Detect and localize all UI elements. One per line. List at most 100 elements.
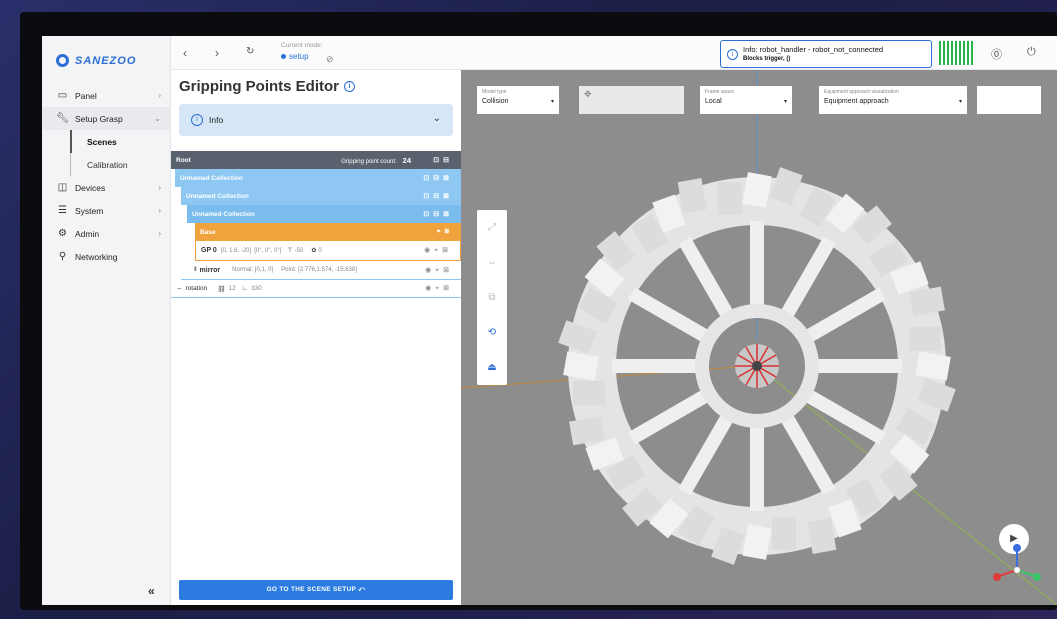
- copy-icon[interactable]: ⧉: [477, 280, 507, 315]
- scene-canvas: [461, 70, 1057, 605]
- sidebar-item-admin[interactable]: ⚙ Admin ›: [42, 222, 171, 245]
- view-buttons[interactable]: [977, 86, 1041, 114]
- gripping-point-row[interactable]: GP 0 [0, 1.6, -20] [0°, 0°, 0°] ⊤ -50 ✿ …: [195, 241, 461, 261]
- chevron-right-icon: ›: [158, 183, 161, 192]
- frame-space-label: Frame space: [705, 89, 735, 95]
- gp-count: Gripping point count: 24: [341, 156, 411, 165]
- cancel-mode-icon[interactable]: ⊘: [326, 54, 334, 65]
- approach-label: Equipment approach visualization: [824, 89, 899, 95]
- gp-suction: 0: [318, 247, 322, 254]
- brand-logo[interactable]: SANEZOO: [56, 54, 136, 67]
- power-icon[interactable]: ⏻: [1027, 46, 1036, 59]
- notice-subtitle: Blocks trigger, (): [743, 56, 791, 62]
- status-notice[interactable]: i Info: robot_handler - robot_not_connec…: [720, 40, 932, 68]
- rotation-row[interactable]: ⇔ rotation ⛓ 12 ∟ 330 ◉⌖⊠: [171, 280, 461, 298]
- gripper-arm: [627, 287, 709, 343]
- mirror-label: mirror: [199, 266, 221, 274]
- go-to-scene-setup-button[interactable]: GO TO THE SCENE SETUP ⤺: [179, 580, 453, 600]
- mirror-point: Point: [2.776,1.574, -15.638]: [281, 267, 357, 273]
- notice-title: Info: robot_handler - robot_not_connecte…: [743, 45, 884, 54]
- sidebar-item-label: Panel: [75, 90, 97, 101]
- base-label: Base: [200, 228, 216, 236]
- frame-space-select[interactable]: Frame space Local ▾: [700, 86, 792, 114]
- tree-root-row[interactable]: Root Gripping point count: 24 ⊡⊟: [171, 151, 461, 169]
- expand-icon[interactable]: ⤢: [477, 210, 507, 245]
- mode-dot-icon: [281, 54, 286, 59]
- editor-panel: Gripping Points Editor i i Info ⌄ Root G…: [171, 70, 461, 605]
- mirror-row[interactable]: ⫴ mirror Normal: [0,1, 0] Point: [2.776,…: [181, 261, 461, 280]
- collection-label: Unnamed Collection: [186, 192, 249, 200]
- sidebar-item-label: Devices: [75, 182, 106, 193]
- admin-icon: ⚙: [58, 228, 67, 239]
- row-actions[interactable]: ⊡⊟⊠: [423, 192, 453, 200]
- sidebar-item-system[interactable]: ☰ System ›: [42, 199, 171, 222]
- info-icon: i: [727, 49, 738, 60]
- reload-icon[interactable]: ↻: [246, 46, 254, 57]
- user-icon[interactable]: ⓪: [991, 46, 1002, 62]
- forward-icon[interactable]: ›: [215, 46, 219, 60]
- gp-count-label: Gripping point count:: [341, 158, 397, 165]
- row-actions[interactable]: ◉⌖⊠: [425, 284, 453, 293]
- sidebar-item-networking[interactable]: ⚲ Networking: [42, 245, 171, 268]
- approach-select[interactable]: Equipment approach visualization Equipme…: [819, 86, 967, 114]
- suction-cup: [573, 381, 606, 406]
- server-icon: ☰: [58, 205, 67, 216]
- tree-base-row[interactable]: Base ⌖⊠: [195, 223, 461, 241]
- angle-icon: ∟: [241, 285, 249, 292]
- tree-collection-row[interactable]: Unnamed Collection ⊡⊟⊠: [181, 187, 461, 205]
- transform-toolbar[interactable]: ✥: [579, 86, 684, 114]
- chevron-down-icon: ⌄: [432, 113, 441, 124]
- chevron-right-icon: ›: [158, 229, 161, 238]
- suction-cup: [772, 517, 797, 550]
- sidebar-item-setup-grasp[interactable]: 🔧︎ Setup Grasp ⌄: [42, 107, 171, 130]
- gripper-arm: [627, 389, 709, 445]
- collapse-sidebar-button[interactable]: «: [148, 584, 155, 598]
- monitor-icon: ▭: [57, 90, 68, 101]
- frame-space-value: Local: [705, 98, 722, 105]
- approach-value: Equipment approach: [824, 98, 889, 105]
- chevron-right-icon: ›: [158, 206, 161, 215]
- row-actions[interactable]: ⌖⊠: [437, 228, 453, 236]
- chevron-right-icon: ›: [158, 91, 161, 100]
- sidebar-item-panel[interactable]: ▭ Panel ›: [42, 84, 171, 107]
- flip-icon[interactable]: ⇔: [477, 245, 507, 280]
- brand-name: SANEZOO: [75, 54, 137, 67]
- sidebar-item-label: Admin: [75, 228, 100, 239]
- sidebar-subitem-scenes[interactable]: Scenes: [42, 130, 171, 153]
- mirror-normal: Normal: [0,1, 0]: [232, 267, 274, 273]
- dropdown-icon: ▾: [958, 99, 962, 105]
- sidebar-item-label: System: [75, 205, 104, 216]
- rotate-copy-icon[interactable]: ⟲: [477, 315, 507, 350]
- row-actions[interactable]: ◉⌖⊠: [425, 266, 453, 275]
- tree-collection-row[interactable]: Unnamed Collection ⊡⊟⊠: [187, 205, 461, 223]
- row-actions[interactable]: ⊡⊟: [433, 156, 453, 164]
- tree-collection-row[interactable]: Unnamed Collection ⊡⊟⊠: [175, 169, 461, 187]
- sidebar-item-devices[interactable]: ◫ Devices ›: [42, 176, 171, 199]
- row-actions[interactable]: ⊡⊟⊠: [423, 174, 453, 182]
- sidebar-item-label: Setup Grasp: [75, 113, 123, 124]
- info-icon[interactable]: i: [344, 81, 355, 92]
- model-type-select[interactable]: Model type Collision ▾: [477, 86, 559, 114]
- mode-label: Current mode:: [281, 42, 323, 49]
- gp-position: [0, 1.6, -20]: [220, 247, 252, 254]
- suction-cup: [717, 182, 742, 215]
- row-actions[interactable]: ◉⌖⊠: [424, 246, 452, 255]
- center-point: [752, 361, 762, 371]
- info-icon: i: [191, 114, 203, 126]
- sidebar-subitem-calibration[interactable]: Calibration: [42, 153, 171, 176]
- rotation-angle: 330: [251, 285, 262, 292]
- gripper-arm: [678, 414, 734, 496]
- gp-rotation: [0°, 0°, 0°]: [254, 247, 282, 254]
- axis-gizmo[interactable]: [987, 540, 1047, 600]
- 3d-viewport[interactable]: Model type Collision ▾ ✥ Frame space Loc…: [461, 70, 1057, 605]
- move-icon[interactable]: ✥: [584, 89, 592, 99]
- gripper-icon[interactable]: ⏏: [477, 350, 507, 385]
- go-button-label: GO TO THE SCENE SETUP: [266, 586, 357, 593]
- row-actions[interactable]: ⊡⊟⊠: [423, 210, 453, 218]
- gp-count-value: 24: [402, 155, 411, 165]
- info-accordion[interactable]: i Info ⌄: [179, 104, 453, 136]
- rotation-icon: ⇔: [176, 285, 183, 292]
- top-bar: ‹ › ↻ Current mode: setup ⊘ i Info: robo…: [171, 36, 1057, 70]
- network-icon: ⚲: [58, 251, 67, 262]
- back-icon[interactable]: ‹: [183, 46, 187, 60]
